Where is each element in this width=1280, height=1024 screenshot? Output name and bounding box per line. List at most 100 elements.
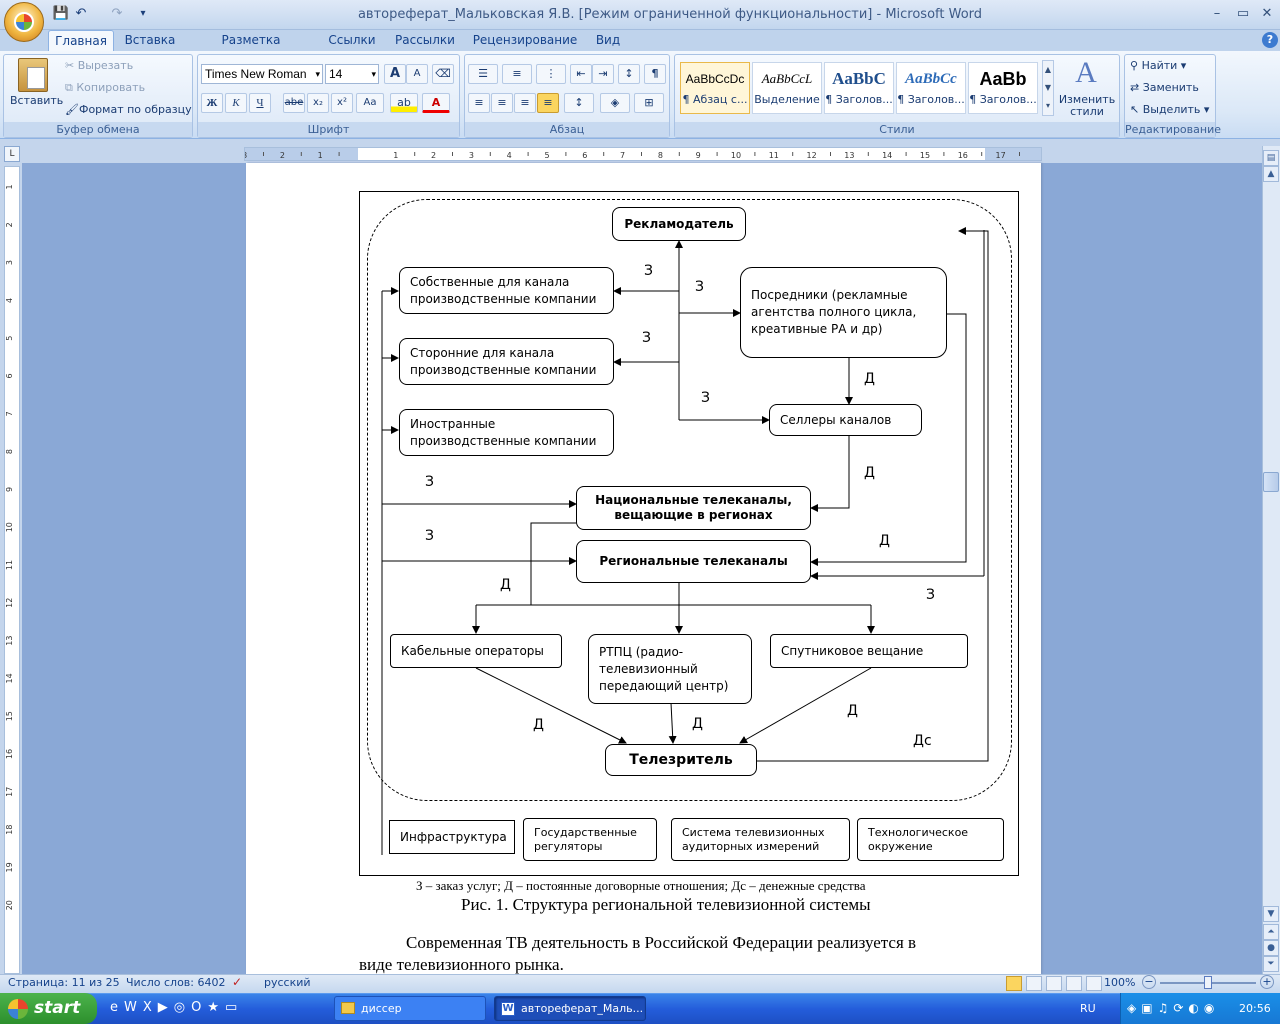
tab-view[interactable]: Вид: [588, 30, 628, 51]
excel-icon[interactable]: X: [143, 1000, 158, 1015]
tab-page-layout[interactable]: Разметка страницы: [190, 30, 312, 67]
shrink-font-button[interactable]: A: [406, 64, 428, 84]
superscript-button[interactable]: x²: [331, 93, 353, 113]
style-heading-3[interactable]: AaBb ¶ Заголов...: [968, 62, 1038, 114]
quick-launch[interactable]: eWX▶◎O★▭: [110, 1000, 243, 1015]
paste-button[interactable]: Вставить: [10, 94, 63, 107]
change-case-button[interactable]: Aa: [356, 93, 384, 113]
styles-scroll-icon[interactable]: ▲ ▼ ▾: [1042, 60, 1054, 116]
minimize-icon[interactable]: –: [1206, 4, 1228, 24]
style-normal[interactable]: AaBbCcDc ¶ Абзац с...: [680, 62, 750, 114]
tab-mailings[interactable]: Рассылки: [390, 30, 460, 51]
ruler-toggle-icon[interactable]: ▤: [1263, 150, 1279, 166]
node-advertiser[interactable]: Рекламодатель: [612, 207, 746, 241]
node-satellite[interactable]: Спутниковое вещание: [770, 634, 968, 668]
infrastructure-box[interactable]: Инфраструктура: [389, 820, 515, 854]
ie-icon[interactable]: e: [110, 1000, 124, 1015]
scroll-up-icon[interactable]: ▲: [1263, 166, 1279, 182]
full-screen-reading-icon[interactable]: [1026, 976, 1042, 991]
measurement-box[interactable]: Система телевизионных аудиторных измерен…: [671, 818, 850, 861]
folder-icon[interactable]: ▭: [225, 1000, 243, 1015]
regulators-box[interactable]: Государственные регуляторы: [523, 818, 657, 861]
format-painter-button[interactable]: 🖌Формат по образцу: [65, 103, 192, 116]
decrease-indent-icon[interactable]: ⇤: [570, 64, 592, 84]
select-button[interactable]: ↖ Выделить ▾: [1130, 103, 1209, 116]
node-viewer[interactable]: Телезритель: [605, 744, 757, 776]
node-channel-sellers[interactable]: Селлеры каналов: [769, 404, 922, 436]
office-button[interactable]: [4, 2, 44, 42]
word-icon[interactable]: W: [124, 1000, 143, 1015]
tab-home[interactable]: Главная: [48, 30, 114, 51]
opera-icon[interactable]: O: [191, 1000, 207, 1015]
tab-references[interactable]: Ссылки: [322, 30, 382, 51]
font-color-icon[interactable]: A: [422, 93, 450, 113]
line-spacing-icon[interactable]: ↕: [564, 93, 594, 113]
input-language[interactable]: RU: [1080, 1002, 1096, 1015]
increase-indent-icon[interactable]: ⇥: [592, 64, 614, 84]
print-layout-icon[interactable]: [1006, 976, 1022, 991]
copy-button[interactable]: ⧉ Копировать: [65, 81, 145, 95]
browser-icon[interactable]: ◎: [174, 1000, 191, 1015]
font-name-select[interactable]: Times New Roman ▾: [201, 64, 323, 84]
undo-icon[interactable]: ↶: [72, 5, 90, 23]
redo-icon[interactable]: ↷: [108, 5, 126, 23]
select-browse-object-icon[interactable]: ●: [1263, 940, 1279, 956]
style-emphasis[interactable]: AaBbCcL Выделение: [752, 62, 822, 114]
change-styles-icon[interactable]: A: [1068, 56, 1104, 90]
replace-button[interactable]: ⇄ Заменить: [1130, 81, 1199, 94]
save-icon[interactable]: 💾: [52, 5, 70, 23]
document-page[interactable]: Рекламодатель Собственные для канала про…: [246, 163, 1041, 974]
tab-selector[interactable]: L: [4, 146, 20, 162]
multilevel-list-icon[interactable]: ⋮: [536, 64, 566, 84]
sort-icon[interactable]: ↕: [618, 64, 640, 84]
scroll-down-icon[interactable]: ▼: [1263, 906, 1279, 922]
zoom-out-icon[interactable]: −: [1142, 975, 1156, 989]
language-indicator[interactable]: русский: [264, 976, 311, 989]
numbering-icon[interactable]: ≡: [502, 64, 532, 84]
zoom-level[interactable]: 100%: [1104, 976, 1135, 989]
tray-icons[interactable]: ◈▣♫⟳◐◉: [1127, 1001, 1219, 1015]
node-own-companies[interactable]: Собственные для канала производственные …: [399, 267, 614, 314]
bullets-icon[interactable]: ☰: [468, 64, 498, 84]
tab-insert[interactable]: Вставка: [118, 30, 182, 51]
subscript-button[interactable]: x₂: [307, 93, 329, 113]
find-button[interactable]: ⚲ Найти ▾: [1130, 59, 1186, 72]
borders-icon[interactable]: ⊞: [634, 93, 664, 113]
node-third-party-companies[interactable]: Сторонние для канала производственные ко…: [399, 338, 614, 385]
tech-environment-box[interactable]: Технологическое окружение: [857, 818, 1004, 861]
scroll-thumb[interactable]: [1263, 472, 1279, 492]
grow-font-button[interactable]: A: [384, 64, 406, 84]
style-heading-2[interactable]: AaBbCc ¶ Заголов...: [896, 62, 966, 114]
font-size-select[interactable]: 14 ▾: [325, 64, 379, 84]
qat-customize-button[interactable]: ▾: [134, 5, 152, 23]
node-foreign-companies[interactable]: Иностранные производственные компании: [399, 409, 614, 456]
node-rtpc[interactable]: РТПЦ (радио-телевизионный передающий цен…: [588, 634, 752, 704]
help-icon[interactable]: ?: [1262, 32, 1278, 48]
strikethrough-button[interactable]: abe: [283, 93, 305, 113]
node-national-channels[interactable]: Национальные телеканалы, вещающие в реги…: [576, 486, 811, 530]
proofing-icon[interactable]: ✓: [232, 975, 242, 989]
close-icon[interactable]: ✕: [1256, 4, 1278, 24]
style-heading-1[interactable]: AaBbC ¶ Заголов...: [824, 62, 894, 114]
node-intermediaries[interactable]: Посредники (рекламные агентства полного …: [740, 267, 947, 358]
vertical-ruler[interactable]: 1 2 3 4 5 6 7 8 9 10 11 12 13 14 15 16 17 18 19 20: [4, 166, 20, 974]
node-regional-channels[interactable]: Региональные телеканалы: [576, 540, 811, 583]
paste-icon[interactable]: [18, 58, 48, 92]
justify-icon[interactable]: ≡: [537, 93, 559, 113]
underline-button[interactable]: Ч: [249, 93, 271, 113]
word-count[interactable]: Число слов: 6402: [126, 976, 225, 989]
align-right-icon[interactable]: ≡: [514, 93, 536, 113]
draft-icon[interactable]: [1086, 976, 1102, 991]
shading-icon[interactable]: ◈: [600, 93, 630, 113]
previous-page-icon[interactable]: ⏶: [1263, 924, 1279, 940]
media-icon[interactable]: ▶: [158, 1000, 174, 1015]
maximize-icon[interactable]: ▭: [1232, 4, 1254, 24]
highlight-icon[interactable]: ab: [390, 93, 418, 113]
align-center-icon[interactable]: ≡: [491, 93, 513, 113]
change-styles-button[interactable]: Изменить стили: [1058, 94, 1116, 118]
bold-button[interactable]: Ж: [201, 93, 223, 113]
web-layout-icon[interactable]: [1046, 976, 1062, 991]
task-word-document[interactable]: W автореферат_Маль...: [494, 996, 646, 1021]
outline-icon[interactable]: [1066, 976, 1082, 991]
star-icon[interactable]: ★: [207, 1000, 225, 1015]
